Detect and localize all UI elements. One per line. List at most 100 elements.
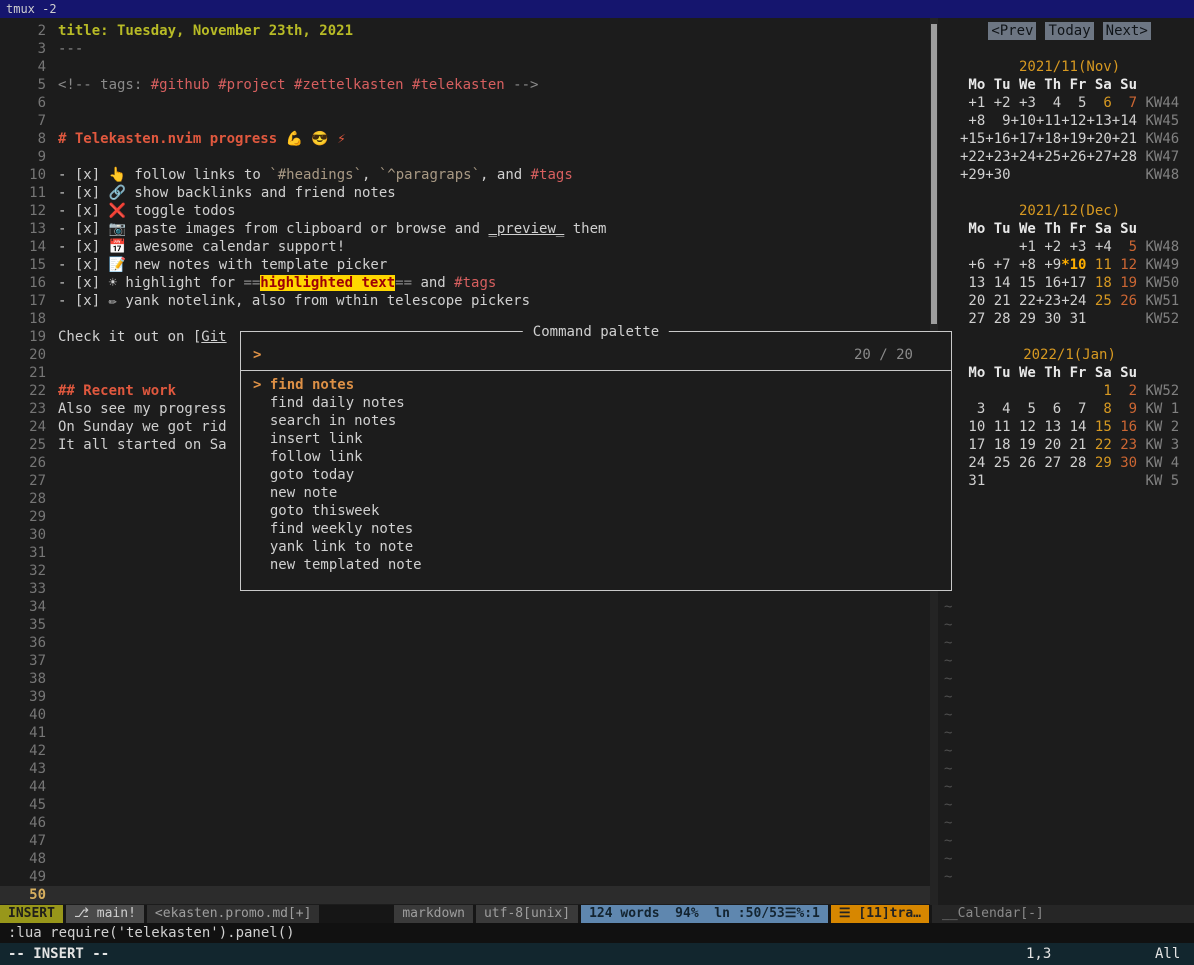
calendar-day[interactable]: 16 bbox=[1036, 275, 1061, 291]
calendar-day[interactable]: 14 bbox=[985, 275, 1010, 291]
editor-line[interactable]: 9 bbox=[0, 148, 930, 166]
calendar-day[interactable] bbox=[1011, 167, 1036, 183]
calendar-day[interactable]: 16 bbox=[1112, 419, 1137, 435]
calendar-day[interactable]: +20 bbox=[1086, 131, 1111, 147]
calendar-day[interactable]: 25 bbox=[1086, 293, 1111, 309]
calendar-day[interactable] bbox=[1036, 473, 1061, 489]
calendar-day[interactable]: 7 bbox=[1061, 401, 1086, 417]
editor-line[interactable]: 4 bbox=[0, 58, 930, 76]
calendar-day[interactable] bbox=[985, 383, 1010, 399]
calendar-day[interactable]: +10 bbox=[1011, 113, 1036, 129]
calendar-day[interactable]: 14 bbox=[1061, 419, 1086, 435]
calendar-day[interactable]: 22 bbox=[1011, 293, 1036, 309]
calendar-day[interactable]: 19 bbox=[1011, 437, 1036, 453]
calendar-day[interactable]: 4 bbox=[1036, 95, 1061, 111]
calendar-day[interactable]: +30 bbox=[985, 167, 1010, 183]
calendar-day[interactable]: +1 bbox=[960, 95, 985, 111]
calendar-day[interactable]: 2 bbox=[1112, 383, 1137, 399]
calendar-day[interactable] bbox=[1086, 473, 1111, 489]
calendar-day[interactable]: 11 bbox=[1086, 257, 1111, 273]
calendar-day[interactable]: 6 bbox=[1036, 401, 1061, 417]
calendar-day[interactable]: 21 bbox=[1061, 437, 1086, 453]
calendar-day[interactable]: 31 bbox=[960, 473, 985, 489]
calendar-day[interactable]: 28 bbox=[985, 311, 1010, 327]
editor-line[interactable]: 6 bbox=[0, 94, 930, 112]
calendar-day[interactable]: +11 bbox=[1036, 113, 1061, 129]
calendar-day[interactable]: 11 bbox=[985, 419, 1010, 435]
editor-line[interactable]: 5<!-- tags: #github #project #zettelkast… bbox=[0, 76, 930, 94]
calendar-day[interactable]: 15 bbox=[1086, 419, 1111, 435]
calendar-day[interactable]: +23 bbox=[1036, 293, 1061, 309]
editor-line[interactable]: 45 bbox=[0, 796, 930, 814]
calendar-day[interactable]: +27 bbox=[1086, 149, 1111, 165]
calendar-day[interactable]: +28 bbox=[1112, 149, 1137, 165]
calendar-day[interactable]: 5 bbox=[1061, 95, 1086, 111]
calendar-day[interactable] bbox=[1061, 167, 1086, 183]
calendar-day[interactable] bbox=[1011, 383, 1036, 399]
calendar-day[interactable]: 4 bbox=[985, 401, 1010, 417]
calendar-day[interactable]: +4 bbox=[1086, 239, 1111, 255]
calendar-day[interactable]: +23 bbox=[985, 149, 1010, 165]
calendar-day[interactable] bbox=[1086, 167, 1111, 183]
calendar-day[interactable]: 6 bbox=[1086, 95, 1111, 111]
calendar-today-button[interactable]: Today bbox=[1045, 22, 1093, 40]
palette-item[interactable]: insert link bbox=[253, 430, 939, 448]
calendar-day[interactable]: +9 bbox=[1036, 257, 1061, 273]
calendar-next-button[interactable]: Next> bbox=[1103, 22, 1151, 40]
palette-item[interactable]: new note bbox=[253, 484, 939, 502]
calendar-day[interactable]: +19 bbox=[1061, 131, 1086, 147]
editor-line[interactable]: 42 bbox=[0, 742, 930, 760]
calendar-day[interactable] bbox=[1036, 167, 1061, 183]
calendar-day[interactable]: 24 bbox=[960, 455, 985, 471]
calendar-day[interactable]: 29 bbox=[1011, 311, 1036, 327]
editor-line[interactable]: 46 bbox=[0, 814, 930, 832]
calendar-day[interactable]: *10 bbox=[1061, 257, 1086, 273]
editor-line[interactable]: 15- [x] 📝 new notes with template picker bbox=[0, 256, 930, 274]
calendar-day[interactable]: 25 bbox=[985, 455, 1010, 471]
calendar-day[interactable]: +8 bbox=[1011, 257, 1036, 273]
calendar-day[interactable]: 29 bbox=[1086, 455, 1111, 471]
calendar-day[interactable]: 20 bbox=[1036, 437, 1061, 453]
calendar-day[interactable]: 20 bbox=[960, 293, 985, 309]
calendar-day[interactable]: 15 bbox=[1011, 275, 1036, 291]
calendar-day[interactable]: +1 bbox=[1011, 239, 1036, 255]
calendar-day[interactable]: +15 bbox=[960, 131, 985, 147]
calendar-prev-button[interactable]: <Prev bbox=[988, 22, 1036, 40]
editor-line[interactable]: 36 bbox=[0, 634, 930, 652]
calendar-day[interactable] bbox=[960, 239, 985, 255]
editor-line[interactable]: 49 bbox=[0, 868, 930, 886]
calendar-day[interactable]: +14 bbox=[1112, 113, 1137, 129]
calendar-day[interactable]: 30 bbox=[1036, 311, 1061, 327]
calendar-day[interactable]: +7 bbox=[985, 257, 1010, 273]
editor-line[interactable]: 50 bbox=[0, 886, 930, 904]
editor-line[interactable]: 14- [x] 📅 awesome calendar support! bbox=[0, 238, 930, 256]
editor-line[interactable]: 7 bbox=[0, 112, 930, 130]
calendar-day[interactable]: +2 bbox=[1036, 239, 1061, 255]
palette-item[interactable]: goto today bbox=[253, 466, 939, 484]
palette-item[interactable]: follow link bbox=[253, 448, 939, 466]
calendar-day[interactable]: +16 bbox=[985, 131, 1010, 147]
editor-line[interactable]: 18 bbox=[0, 310, 930, 328]
calendar-day[interactable]: 1 bbox=[1086, 383, 1111, 399]
calendar-day[interactable]: 10 bbox=[960, 419, 985, 435]
editor-line[interactable]: 39 bbox=[0, 688, 930, 706]
calendar-day[interactable] bbox=[1036, 383, 1061, 399]
editor-line[interactable]: 47 bbox=[0, 832, 930, 850]
calendar-day[interactable]: 27 bbox=[1036, 455, 1061, 471]
calendar-day[interactable]: 18 bbox=[1086, 275, 1111, 291]
calendar-day[interactable]: 22 bbox=[1086, 437, 1111, 453]
calendar-day[interactable]: 17 bbox=[960, 437, 985, 453]
editor-line[interactable]: 2title: Tuesday, November 23th, 2021 bbox=[0, 22, 930, 40]
editor-line[interactable]: 43 bbox=[0, 760, 930, 778]
calendar-day[interactable] bbox=[1011, 473, 1036, 489]
palette-item[interactable]: find daily notes bbox=[253, 394, 939, 412]
calendar-day[interactable]: 23 bbox=[1112, 437, 1137, 453]
editor-line[interactable]: 13- [x] 📷 paste images from clipboard or… bbox=[0, 220, 930, 238]
calendar-day[interactable] bbox=[960, 383, 985, 399]
calendar-day[interactable]: +3 bbox=[1061, 239, 1086, 255]
calendar-day[interactable]: +6 bbox=[960, 257, 985, 273]
calendar-day[interactable]: 9 bbox=[985, 113, 1010, 129]
palette-item[interactable]: new templated note bbox=[253, 556, 939, 574]
palette-item[interactable]: search in notes bbox=[253, 412, 939, 430]
calendar-day[interactable] bbox=[1112, 167, 1137, 183]
